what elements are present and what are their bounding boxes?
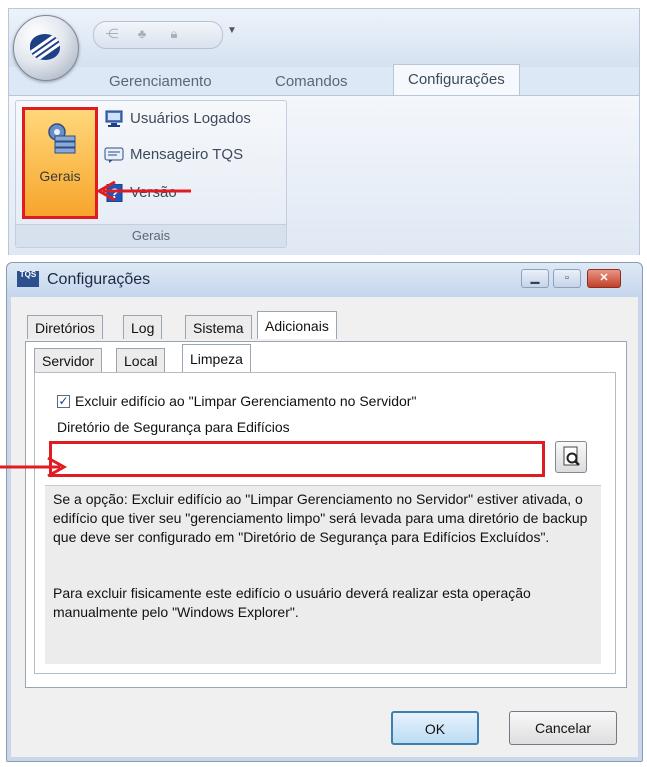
diretorio-seguranca-input[interactable]	[49, 441, 545, 477]
gerais-button-label: Gerais	[39, 168, 81, 184]
excluir-edificio-checkbox[interactable]: ✓	[57, 395, 70, 408]
usuarios-logados-button[interactable]: Usuários Logados	[102, 107, 251, 131]
users-icon[interactable]: ♣	[134, 27, 150, 41]
annotation-arrow-icon	[0, 456, 68, 478]
tab-limpeza[interactable]: Limpeza	[182, 344, 251, 372]
info-paragraph-1: Se a opção: Excluir edifício ao "Limpar …	[53, 491, 588, 545]
mensageiro-tqs-label: Mensageiro TQS	[130, 146, 244, 163]
ribbon: ⋲ ♣ 🔒︎ ▼ Gerenciamento Comandos Configur…	[8, 8, 640, 255]
adicionais-panel: Servidor Local Limpeza ✓ Excluir edifíci…	[25, 341, 627, 688]
maximize-icon[interactable]: ▫	[553, 269, 581, 288]
tab-servidor[interactable]: Servidor	[34, 348, 103, 372]
excluir-edificio-label[interactable]: Excluir edifício ao "Limpar Gerenciament…	[75, 393, 416, 409]
network-icon[interactable]: ⋲	[104, 27, 120, 41]
gerais-button[interactable]: Gerais	[22, 107, 98, 219]
quick-access-toolbar: ⋲ ♣ 🔒︎	[93, 21, 223, 49]
minimize-icon[interactable]: ▁	[521, 269, 549, 288]
ribbon-panel: Gerais Usuários Logados Mensageiro TQS ?…	[9, 95, 639, 255]
tab-gerenciamento[interactable]: Gerenciamento	[95, 69, 226, 95]
annotation-arrow-icon	[95, 181, 191, 201]
cancel-button[interactable]: Cancelar	[509, 711, 617, 745]
application-menu-button[interactable]	[13, 15, 79, 81]
tab-comandos[interactable]: Comandos	[261, 69, 362, 95]
configuracoes-dialog: TQS Configurações ▁ ▫ ✕ Diretórios Log S…	[6, 262, 643, 762]
diretorio-seguranca-label: Diretório de Segurança para Edifícios	[57, 419, 290, 435]
qat-customize-dropdown-icon[interactable]: ▼	[227, 25, 237, 36]
usuarios-logados-label: Usuários Logados	[130, 110, 251, 127]
ok-button[interactable]: OK	[391, 711, 479, 745]
tab-sistema[interactable]: Sistema	[185, 315, 252, 339]
tqs-logo-icon	[30, 34, 60, 60]
gear-stack-icon	[48, 123, 76, 154]
tab-diretorios[interactable]: Diretórios	[27, 315, 103, 339]
messenger-icon	[104, 147, 124, 163]
tab-configuracoes[interactable]: Configurações	[393, 64, 520, 97]
browse-folder-button[interactable]	[555, 441, 587, 473]
tqs-app-icon: TQS	[17, 271, 39, 287]
limpeza-panel: ✓ Excluir edifício ao "Limpar Gerenciame…	[34, 372, 616, 674]
info-text-box: Se a opção: Excluir edifício ao "Limpar …	[45, 485, 601, 664]
mensageiro-tqs-button[interactable]: Mensageiro TQS	[102, 143, 243, 167]
close-icon[interactable]: ✕	[587, 269, 621, 288]
ribbon-group-gerais: Gerais Usuários Logados Mensageiro TQS ?…	[15, 100, 287, 248]
tab-adicionais[interactable]: Adicionais	[257, 311, 337, 339]
info-paragraph-2: Para excluir fisicamente este edifício o…	[53, 585, 531, 620]
tab-log[interactable]: Log	[123, 315, 163, 339]
dialog-title: Configurações	[47, 271, 151, 288]
dialog-titlebar[interactable]: TQS Configurações ▁ ▫ ✕	[7, 263, 642, 297]
users-logged-icon	[105, 110, 123, 127]
tab-local[interactable]: Local	[116, 348, 166, 372]
ribbon-group-label: Gerais	[16, 224, 286, 247]
browse-magnifier-icon	[563, 446, 580, 466]
lock-icon[interactable]: 🔒︎	[166, 27, 182, 41]
